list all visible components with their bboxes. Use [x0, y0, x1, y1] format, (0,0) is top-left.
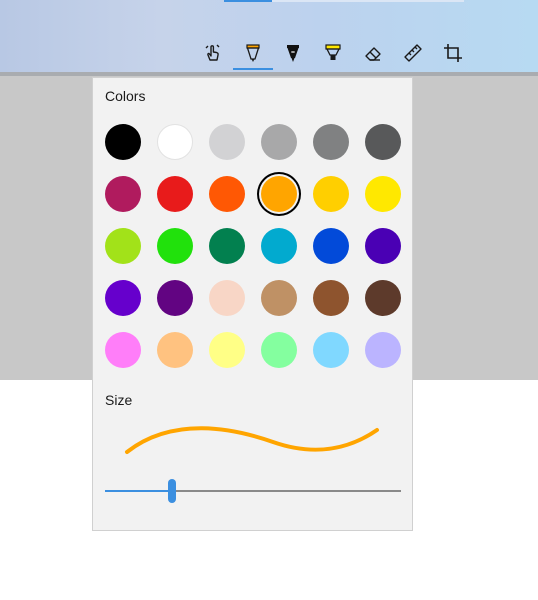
- pen-options-flyout: Colors Size: [92, 77, 413, 531]
- active-tab-indicator: [224, 0, 272, 2]
- crop-button[interactable]: [433, 36, 473, 70]
- color-swatch[interactable]: [157, 332, 193, 368]
- size-slider-track: [172, 490, 401, 492]
- color-swatch[interactable]: [105, 124, 141, 160]
- size-slider[interactable]: [105, 476, 401, 504]
- color-swatch[interactable]: [157, 124, 193, 160]
- stroke-preview: [125, 426, 379, 454]
- color-swatch[interactable]: [105, 176, 141, 212]
- size-label: Size: [105, 392, 133, 408]
- size-slider-thumb[interactable]: [168, 479, 176, 503]
- color-swatch[interactable]: [313, 280, 349, 316]
- color-swatch[interactable]: [105, 228, 141, 264]
- color-swatch[interactable]: [209, 280, 245, 316]
- color-swatch[interactable]: [261, 228, 297, 264]
- eraser-icon: [362, 42, 384, 64]
- color-swatch[interactable]: [313, 228, 349, 264]
- toolbar: [0, 0, 538, 72]
- color-swatch[interactable]: [105, 280, 141, 316]
- touch-writing-icon: [202, 42, 224, 64]
- touch-writing-button[interactable]: [193, 36, 233, 70]
- crop-icon: [442, 42, 464, 64]
- highlighter-button[interactable]: [313, 36, 353, 70]
- color-swatch[interactable]: [157, 176, 193, 212]
- pencil-button[interactable]: [273, 36, 313, 70]
- color-swatch[interactable]: [261, 332, 297, 368]
- size-slider-track-filled: [105, 490, 172, 492]
- pencil-icon: [282, 42, 304, 64]
- color-swatch[interactable]: [157, 280, 193, 316]
- color-swatch[interactable]: [365, 228, 401, 264]
- highlighter-icon: [322, 42, 344, 64]
- color-swatch[interactable]: [313, 176, 349, 212]
- color-swatch[interactable]: [105, 332, 141, 368]
- ruler-icon: [402, 42, 424, 64]
- colors-label: Colors: [105, 88, 146, 104]
- color-swatch[interactable]: [209, 332, 245, 368]
- ballpoint-pen-button[interactable]: [233, 36, 273, 70]
- color-swatch[interactable]: [313, 124, 349, 160]
- color-swatch[interactable]: [209, 228, 245, 264]
- color-swatch[interactable]: [365, 124, 401, 160]
- eraser-button[interactable]: [353, 36, 393, 70]
- ruler-button[interactable]: [393, 36, 433, 70]
- toolbar-strip: [272, 0, 464, 2]
- color-swatch[interactable]: [261, 124, 297, 160]
- color-swatch[interactable]: [261, 176, 297, 212]
- color-swatch[interactable]: [365, 280, 401, 316]
- color-swatch[interactable]: [261, 280, 297, 316]
- color-swatch[interactable]: [209, 124, 245, 160]
- color-swatch[interactable]: [365, 332, 401, 368]
- color-swatch[interactable]: [313, 332, 349, 368]
- color-swatch[interactable]: [157, 228, 193, 264]
- color-swatch[interactable]: [209, 176, 245, 212]
- ballpoint-pen-icon: [242, 42, 264, 64]
- color-swatch[interactable]: [365, 176, 401, 212]
